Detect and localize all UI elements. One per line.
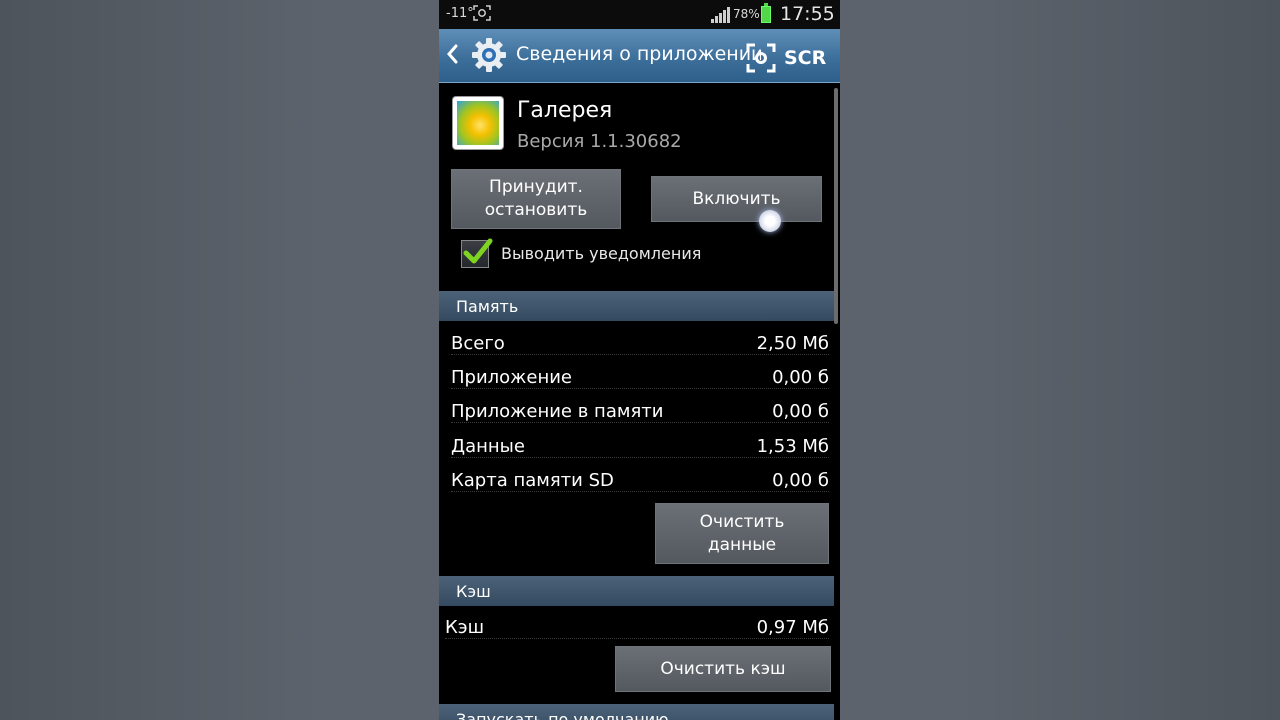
action-bar: Сведения о приложении SCR — [439, 29, 840, 83]
status-bar: -11° 78% 17:55 — [439, 0, 840, 29]
memory-row-app-in-memory: Приложение в памяти 0,00 б — [451, 401, 829, 431]
memory-row-sd-card: Карта памяти SD 0,00 б — [451, 470, 829, 500]
default-launch-section-header: Запускать по умолчанию — [439, 704, 834, 720]
scrollbar[interactable] — [834, 88, 838, 324]
app-name: Галерея — [517, 98, 613, 123]
show-notifications-label: Выводить уведомления — [501, 244, 702, 263]
app-info-content: Галерея Версия 1.1.30682 Принудит. остан… — [439, 82, 840, 720]
memory-header-label: Память — [456, 297, 519, 316]
default-launch-header-label: Запускать по умолчанию — [456, 710, 669, 720]
temperature-indicator: -11° — [446, 6, 474, 21]
memory-row-app: Приложение 0,00 б — [451, 367, 829, 397]
row-label: Карта памяти SD — [451, 470, 616, 491]
battery-icon — [761, 3, 771, 23]
screen-recorder-label: SCR — [784, 47, 827, 69]
memory-row-data: Данные 1,53 Мб — [451, 436, 829, 466]
enable-label: Включить — [692, 188, 781, 209]
touch-indicator — [759, 210, 781, 232]
battery-percent: 78% — [733, 7, 760, 21]
clear-data-label: Очистить данные — [699, 511, 785, 555]
cache-section-header: Кэш — [439, 576, 834, 606]
row-value: 0,00 б — [770, 401, 829, 422]
row-label: Кэш — [445, 617, 487, 638]
row-label: Приложение в памяти — [451, 401, 666, 422]
force-stop-label: Принудит. остановить — [484, 177, 588, 220]
force-stop-button[interactable]: Принудит. остановить — [451, 169, 621, 229]
app-version: Версия 1.1.30682 — [517, 131, 682, 152]
row-value: 0,00 б — [770, 367, 829, 388]
cache-header-label: Кэш — [456, 582, 491, 601]
back-icon[interactable] — [445, 42, 459, 66]
memory-section-header: Память — [439, 291, 834, 321]
row-label: Приложение — [451, 367, 575, 388]
settings-gear-icon — [472, 38, 506, 72]
row-value: 0,00 б — [770, 470, 829, 491]
row-value: 0,97 Мб — [754, 617, 829, 638]
checkmark-icon — [463, 238, 493, 264]
row-value: 1,53 Мб — [754, 436, 829, 457]
clear-cache-button[interactable]: Очистить кэш — [615, 646, 831, 692]
clock: 17:55 — [780, 3, 835, 25]
screenshot-notification-icon — [473, 5, 491, 21]
clear-cache-label: Очистить кэш — [660, 658, 786, 679]
enable-button[interactable]: Включить — [651, 176, 822, 222]
cache-row: Кэш 0,97 Мб — [445, 617, 829, 647]
show-notifications-checkbox[interactable] — [461, 238, 493, 268]
row-label: Данные — [451, 436, 527, 457]
row-label: Всего — [451, 333, 507, 354]
gallery-app-icon — [453, 97, 503, 149]
screen-recorder-icon — [746, 43, 776, 73]
signal-icon — [711, 7, 730, 23]
page-title: Сведения о приложении — [516, 43, 761, 65]
clear-data-button[interactable]: Очистить данные — [655, 503, 829, 564]
phone-screen: -11° 78% 17:55 Сведения о приложении SCR… — [439, 0, 840, 720]
row-value: 2,50 Мб — [754, 333, 829, 354]
memory-row-total: Всего 2,50 Мб — [451, 333, 829, 363]
